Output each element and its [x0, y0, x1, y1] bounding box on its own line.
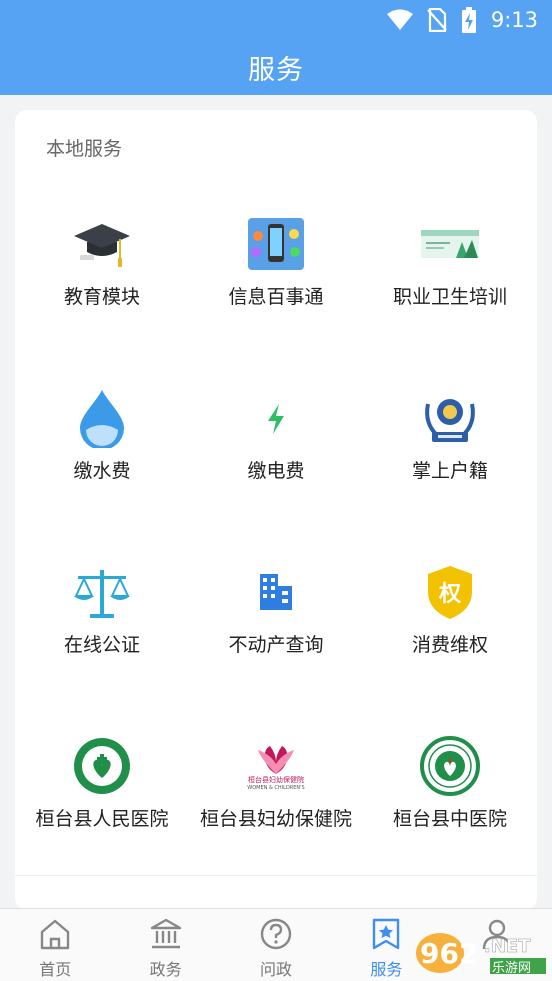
watermark-text: 乐游网 — [492, 961, 532, 976]
service-household-registry[interactable]: 掌上户籍 — [363, 354, 537, 528]
service-label: 职业卫生培训 — [392, 286, 507, 308]
status-icons: 9:13 — [386, 6, 538, 34]
maternal-logo-en: WOMEN & CHILDREN'S — [247, 785, 305, 791]
status-time: 9:13 — [490, 8, 538, 32]
phone-apps-icon — [246, 214, 306, 274]
app-header: 服务 — [0, 40, 552, 95]
government-building-icon — [148, 916, 184, 952]
question-icon — [258, 916, 294, 952]
service-label: 消费维权 — [411, 634, 488, 656]
service-online-notarization[interactable]: 在线公证 — [15, 528, 189, 702]
service-label: 在线公证 — [63, 634, 140, 656]
graduation-cap-icon — [72, 214, 132, 274]
police-badge-icon — [420, 388, 480, 448]
service-maternal-child-hospital[interactable]: 桓台县妇幼保健院 WOMEN & CHILDREN'S 桓台县妇幼保健院 — [189, 702, 363, 876]
people-hospital-logo — [72, 736, 132, 796]
tab-label: 服务 — [370, 960, 403, 979]
home-icon — [37, 916, 73, 952]
tcm-hospital-logo — [420, 736, 480, 796]
tab-government[interactable]: 政务 — [110, 909, 220, 981]
service-label: 教育模块 — [63, 286, 140, 308]
lightning-icon — [246, 388, 306, 448]
rights-shield-icon: 权 — [420, 562, 480, 622]
service-electricity-fee[interactable]: 缴电费 — [189, 354, 363, 528]
service-consumer-rights[interactable]: 权 消费维权 — [363, 528, 537, 702]
tab-inquiry[interactable]: 问政 — [221, 909, 331, 981]
service-label: 桓台县中医院 — [392, 808, 507, 830]
local-services-card: 本地服务 教育模块 信息百事通 职业卫生培训 缴水费 缴电费 掌上户籍 在线公证… — [15, 110, 537, 910]
watermark-number: 962 — [420, 937, 478, 970]
water-drop-icon — [72, 388, 132, 448]
service-label: 缴水费 — [73, 460, 131, 482]
service-education[interactable]: 教育模块 — [15, 180, 189, 354]
services-grid: 教育模块 信息百事通 职业卫生培训 缴水费 缴电费 掌上户籍 在线公证 不动产查… — [15, 180, 537, 876]
battery-charging-icon — [461, 7, 476, 33]
shield-char: 权 — [438, 582, 461, 607]
service-label: 信息百事通 — [228, 286, 324, 308]
status-bar: 9:13 — [0, 0, 552, 40]
wifi-icon — [386, 9, 413, 30]
maternal-logo-text: 桓台县妇幼保健院 — [248, 776, 304, 784]
tab-label: 政务 — [149, 960, 182, 979]
service-real-estate[interactable]: 不动产查询 — [189, 528, 363, 702]
star-bookmark-icon — [368, 916, 404, 952]
service-water-fee[interactable]: 缴水费 — [15, 354, 189, 528]
building-icon — [246, 562, 306, 622]
card-divider — [15, 875, 537, 876]
service-people-hospital[interactable]: 桓台县人民医院 — [15, 702, 189, 876]
page-title: 服务 — [248, 55, 304, 86]
service-label: 桓台县人民医院 — [35, 808, 169, 830]
service-tcm-hospital[interactable]: 桓台县中医院 — [363, 702, 537, 876]
tab-home[interactable]: 首页 — [0, 909, 110, 981]
service-label: 掌上户籍 — [411, 460, 488, 482]
scales-icon — [72, 562, 132, 622]
tab-label: 首页 — [39, 960, 72, 979]
service-occupational-training[interactable]: 职业卫生培训 — [363, 180, 537, 354]
no-sim-icon — [427, 8, 447, 32]
section-title: 本地服务 — [46, 138, 123, 160]
service-info[interactable]: 信息百事通 — [189, 180, 363, 354]
tab-label: 问政 — [259, 960, 292, 979]
maternal-hospital-logo: 桓台县妇幼保健院 WOMEN & CHILDREN'S — [246, 736, 306, 796]
watermark-suffix: .NET — [484, 936, 531, 957]
service-label: 不动产查询 — [228, 634, 324, 656]
service-label: 缴电费 — [247, 460, 305, 482]
service-label: 桓台县妇幼保健院 — [199, 808, 352, 830]
training-banner-icon — [420, 214, 480, 274]
